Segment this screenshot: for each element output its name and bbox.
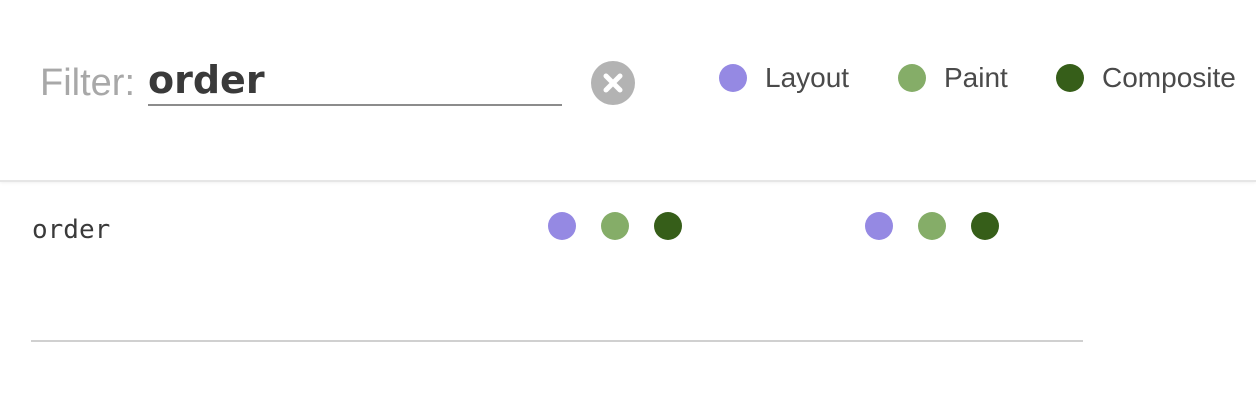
legend-label-composite: Composite [1102, 62, 1236, 93]
property-name: order [32, 215, 111, 245]
legend-label-layout: Layout [765, 62, 850, 93]
composite-dot-icon [654, 212, 682, 240]
composite-dot-icon [1056, 64, 1084, 92]
property-list: order [0, 180, 1256, 406]
filter-label: Filter: [40, 62, 135, 104]
layout-dot-icon [719, 64, 747, 92]
close-icon [603, 73, 623, 93]
composite-dot-icon [971, 212, 999, 240]
legend-item-composite: Composite [1056, 58, 1236, 98]
filter-input[interactable] [148, 56, 562, 106]
paint-dot-icon [918, 212, 946, 240]
trigger-dots-group-a [548, 212, 707, 240]
paint-dot-icon [898, 64, 926, 92]
clear-filter-button[interactable] [591, 61, 635, 105]
clipped-previous-row [32, 180, 48, 196]
legend-item-paint: Paint [898, 58, 1008, 98]
paint-dot-icon [601, 212, 629, 240]
layout-dot-icon [548, 212, 576, 240]
legend-item-layout: Layout [719, 58, 849, 98]
trigger-dots-group-b [865, 212, 1024, 240]
legend-label-paint: Paint [944, 62, 1008, 93]
layout-dot-icon [865, 212, 893, 240]
row-divider [31, 340, 1083, 342]
filter-header: Filter: Layout Paint Composite [0, 0, 1256, 182]
